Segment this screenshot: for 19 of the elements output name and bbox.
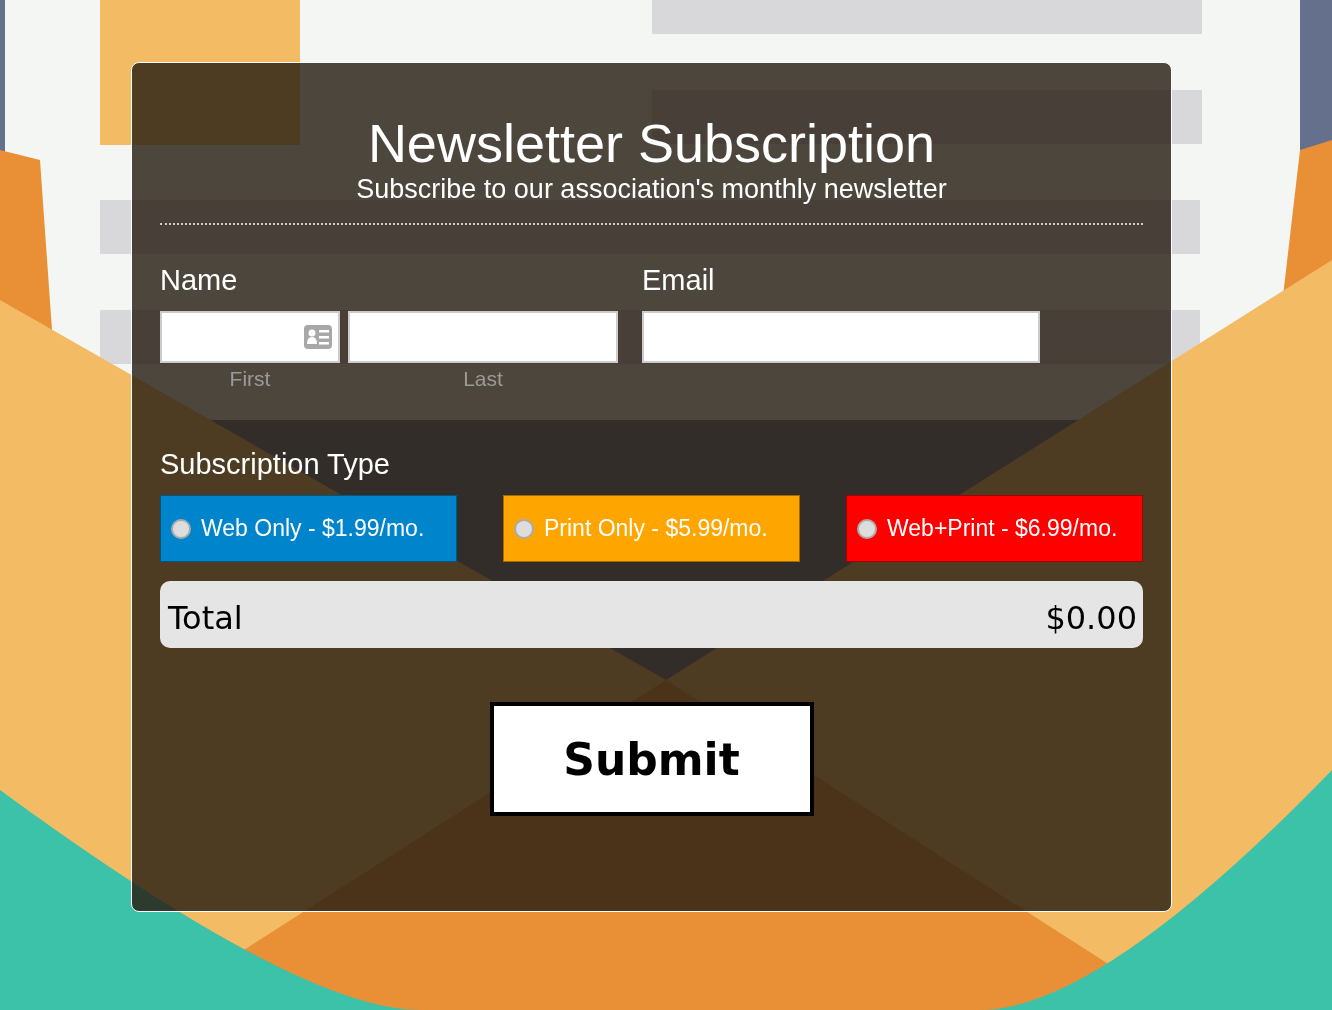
last-name-caption: Last [463, 367, 503, 391]
total-label: Total [168, 598, 243, 637]
email-field[interactable] [642, 311, 1040, 363]
submit-button[interactable]: Submit [489, 702, 814, 816]
subscription-option[interactable]: Web+Print - $6.99/mo. [846, 495, 1143, 562]
subscription-type-label: Subscription Type [160, 447, 391, 481]
form-subtitle: Subscribe to our association's monthly newsletter [355, 173, 948, 205]
name-label: Name [160, 263, 239, 297]
last-name-field[interactable] [348, 311, 618, 363]
form-title: Newsletter Subscription [366, 113, 937, 173]
first-name-caption: First [229, 367, 271, 391]
radio-button[interactable] [857, 518, 877, 539]
radio-button[interactable] [514, 518, 534, 539]
total-amount: $0.00 [1045, 598, 1137, 637]
first-name-field[interactable] [160, 311, 340, 363]
radio-button[interactable] [171, 518, 191, 539]
subscription-option[interactable]: Web Only - $1.99/mo. [160, 495, 457, 562]
contact-card-icon [304, 325, 332, 349]
email-label: Email [642, 263, 716, 297]
